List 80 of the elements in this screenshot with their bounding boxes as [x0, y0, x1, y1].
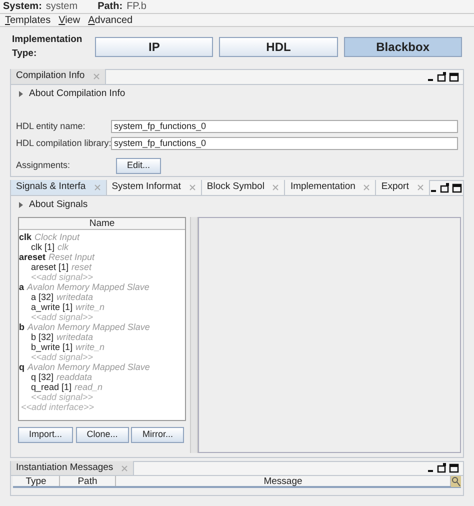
close-icon[interactable]: [363, 184, 370, 191]
tab-label: Signals & Interfa: [16, 180, 86, 194]
action-button[interactable]: Mirror...: [131, 427, 184, 443]
interface-type: Avalon Memory Mapped Slave: [27, 282, 150, 292]
signal-role: write_n: [76, 342, 105, 352]
action-button[interactable]: Clone...: [76, 427, 129, 443]
implementation-option[interactable]: IP: [95, 37, 214, 57]
signal-role: clk: [58, 242, 69, 252]
column-picker-icon[interactable]: [451, 476, 461, 487]
menu-item[interactable]: View: [58, 12, 80, 28]
interface-name[interactable]: clk: [19, 232, 32, 242]
panel-tab[interactable]: Implementation: [285, 180, 376, 195]
window-controls-icon[interactable]: [430, 182, 462, 192]
tab-label: Instantiation Messages: [16, 460, 114, 475]
signal-name[interactable]: b [32]: [31, 332, 54, 342]
field-label: Assignments:: [16, 159, 72, 172]
signal-name[interactable]: a [32]: [31, 292, 54, 302]
signal-role: writedata: [56, 332, 94, 342]
system-name: system: [46, 0, 78, 14]
panel-tab[interactable]: Instantiation Messages: [11, 461, 134, 475]
expand-arrow-icon[interactable]: [19, 202, 23, 208]
close-icon[interactable]: [272, 184, 280, 191]
window-controls-icon[interactable]: [427, 72, 459, 82]
tab-label: System Informat: [112, 180, 181, 194]
close-icon[interactable]: [92, 73, 100, 80]
splitter-handle[interactable]: [190, 217, 198, 453]
signal-role: readdata: [56, 372, 92, 382]
implementation-option[interactable]: Blackbox: [344, 37, 462, 57]
signal-role: read_n: [74, 382, 103, 392]
edit-button[interactable]: Edit...: [116, 158, 162, 174]
column-header[interactable]: Message: [116, 476, 451, 486]
column-header[interactable]: Name: [19, 218, 185, 230]
action-button[interactable]: Import...: [18, 427, 74, 443]
menu-item[interactable]: Templates: [5, 12, 51, 28]
signal-role: writedata: [56, 292, 94, 302]
signal-name[interactable]: q [32]: [31, 372, 54, 382]
panel-tab[interactable]: Block Symbol: [202, 180, 286, 195]
section-title[interactable]: About Signals: [29, 198, 88, 212]
signal-name[interactable]: clk [1]: [31, 242, 55, 252]
close-icon[interactable]: [188, 184, 196, 191]
implementation-option[interactable]: HDL: [219, 37, 338, 57]
tab-label: Export: [381, 180, 409, 194]
field-label: HDL compilation library:: [16, 136, 111, 150]
interface-type: Reset Input: [48, 252, 95, 262]
field-label: HDL entity name:: [16, 120, 86, 133]
panel-tab[interactable]: Compilation Info: [11, 69, 106, 84]
window-controls-icon[interactable]: [427, 463, 459, 473]
signal-role: write_n: [76, 302, 105, 312]
text-field[interactable]: system_fp_functions_0: [111, 136, 458, 150]
signal-role: reset: [72, 262, 92, 272]
path-label: Path:: [98, 0, 123, 14]
tab-label: Compilation Info: [16, 69, 85, 84]
interface-name[interactable]: q: [19, 362, 24, 372]
signal-name[interactable]: areset [1]: [31, 262, 69, 272]
panel-tab[interactable]: Signals & Interfa: [11, 180, 107, 195]
interface-name[interactable]: a: [19, 282, 24, 292]
signal-name[interactable]: q_read [1]: [31, 382, 72, 392]
interface-type: Clock Input: [34, 232, 80, 242]
section-title[interactable]: About Compilation Info: [29, 86, 126, 102]
panel-tab[interactable]: Export: [376, 180, 430, 195]
interface-type: Avalon Memory Mapped Slave: [28, 322, 150, 332]
column-header[interactable]: Path: [60, 476, 116, 486]
tab-label: Implementation: [290, 180, 356, 194]
implementation-type-label: Implementation Type:: [12, 32, 84, 61]
signal-name[interactable]: b_write [1]: [31, 342, 73, 352]
tab-label: Block Symbol: [206, 180, 264, 194]
close-icon[interactable]: [416, 184, 424, 191]
interface-name[interactable]: areset: [19, 252, 46, 262]
signal-name[interactable]: a_write [1]: [31, 302, 73, 312]
interface-type: Avalon Memory Mapped Slave: [28, 362, 150, 372]
close-icon[interactable]: [121, 464, 128, 472]
expand-arrow-icon[interactable]: [19, 91, 23, 97]
text-field[interactable]: system_fp_functions_0: [111, 120, 458, 134]
panel-tab[interactable]: System Informat: [106, 180, 202, 195]
column-header[interactable]: Type: [13, 476, 60, 486]
interface-name[interactable]: b: [19, 322, 24, 332]
system-label: System:: [3, 0, 42, 14]
menu-item[interactable]: Advanced: [88, 12, 133, 28]
close-icon[interactable]: [94, 184, 101, 191]
path-value: FP.b: [126, 0, 146, 14]
